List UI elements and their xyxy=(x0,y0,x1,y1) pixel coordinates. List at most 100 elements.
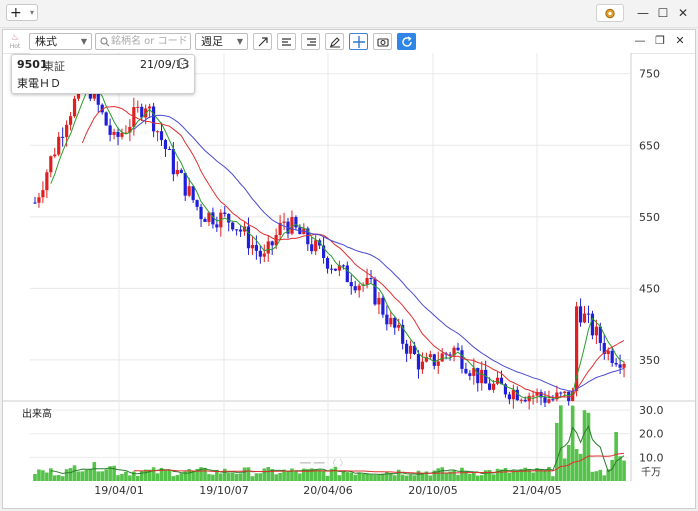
volume-bar xyxy=(112,465,116,481)
volume-bar xyxy=(254,473,259,481)
settings-button[interactable] xyxy=(596,4,624,22)
volume-bar xyxy=(404,475,409,481)
candle-body xyxy=(53,154,57,157)
volume-bar xyxy=(385,471,389,481)
candle-body xyxy=(294,217,298,228)
volume-bar xyxy=(349,472,354,481)
crosshair-icon xyxy=(353,36,365,48)
volume-bar xyxy=(211,474,215,481)
crosshair-tool-button[interactable] xyxy=(349,33,368,50)
pencil-tool-button[interactable] xyxy=(325,33,344,50)
volume-bar xyxy=(128,475,132,481)
date-tick-label: 19/10/07 xyxy=(199,484,248,497)
volume-tick-label: 20.0 xyxy=(639,428,664,441)
candle-body xyxy=(369,278,373,280)
search-icon xyxy=(100,37,110,47)
volume-bar xyxy=(56,475,61,481)
hot-list-button[interactable]: ♨ Hot xyxy=(7,33,23,51)
search-input[interactable] xyxy=(111,35,189,48)
volume-bar xyxy=(163,469,168,481)
volume-bar xyxy=(72,465,77,481)
horizontal-line-tool-button[interactable] xyxy=(277,33,296,50)
volume-bar xyxy=(266,466,271,481)
volume-bar xyxy=(531,472,535,481)
volume-bar xyxy=(479,475,484,481)
candle-body xyxy=(325,257,330,269)
candle-body xyxy=(227,213,231,223)
arrow-diagonal-icon xyxy=(258,37,268,47)
candle-body xyxy=(72,98,77,117)
volume-bar xyxy=(274,474,278,481)
candle-body xyxy=(341,265,345,267)
volume-bar xyxy=(361,473,365,481)
candle-body xyxy=(440,353,444,362)
chevron-down-icon: ▾ xyxy=(29,8,34,17)
volume-bar xyxy=(321,470,326,481)
candle-body xyxy=(590,313,595,336)
candle-body xyxy=(586,313,591,315)
volume-bar xyxy=(230,472,235,481)
volume-bar xyxy=(100,471,105,481)
candle-body xyxy=(559,392,563,394)
candle-body xyxy=(108,125,112,135)
window-minimize-button[interactable]: — xyxy=(634,4,652,22)
candle-body xyxy=(578,306,583,323)
volume-bar xyxy=(483,470,488,481)
volume-bar xyxy=(566,444,571,481)
volume-bar xyxy=(120,473,124,481)
stock-chart[interactable]: 750 650 550 450 350 30.0 20.0 10.0 千万 19/04/01 19/… xyxy=(3,53,695,508)
trendline-tool-button[interactable] xyxy=(253,33,272,50)
candle-body xyxy=(464,368,468,374)
volume-bar xyxy=(436,468,441,481)
candle-body xyxy=(171,149,175,175)
screenshot-button[interactable] xyxy=(373,33,392,50)
title-bar: + ▾ — ☐ ✕ xyxy=(0,0,698,28)
volume-bar xyxy=(337,475,342,481)
volume-bar xyxy=(440,467,444,481)
candle-body xyxy=(215,224,219,228)
volume-bar xyxy=(400,474,405,481)
candle-body xyxy=(377,297,381,305)
candle-body xyxy=(195,200,199,207)
window-close-button[interactable]: ✕ xyxy=(674,4,692,22)
panel-close-button[interactable]: ✕ xyxy=(673,34,687,48)
volume-bar xyxy=(33,474,37,481)
volume-bar xyxy=(203,467,207,481)
volume-bar xyxy=(582,410,587,481)
candle-body xyxy=(179,169,183,173)
collapse-icon[interactable]: ⌄ xyxy=(177,58,188,69)
pager-dots: ━━ ━━ 〈 〉 xyxy=(300,459,349,469)
symbol-search[interactable] xyxy=(95,33,191,50)
candle-body xyxy=(511,389,515,400)
candle-body xyxy=(476,367,480,384)
volume-bar xyxy=(456,474,460,481)
add-chart-button[interactable]: + ▾ xyxy=(6,4,38,21)
candle-body xyxy=(187,186,191,196)
candle-body xyxy=(405,343,409,354)
volume-bar xyxy=(64,469,69,481)
market-select[interactable]: 株式 ▼ xyxy=(29,33,92,50)
period-select[interactable]: 週足 ▼ xyxy=(195,33,248,50)
candle-body xyxy=(353,286,357,291)
window-maximize-button[interactable]: ☐ xyxy=(654,4,672,22)
volume-bar xyxy=(151,467,156,481)
candle-body xyxy=(329,268,334,270)
volume-bar xyxy=(171,476,176,481)
candle-body xyxy=(159,131,164,141)
panel-restore-button[interactable]: ❐ xyxy=(653,34,667,48)
panel-minimize-button[interactable]: — xyxy=(633,34,647,48)
candle-body xyxy=(614,362,618,365)
volume-bar xyxy=(124,471,128,481)
chart-toolbar: ♨ Hot 株式 ▼ 週足 ▼ xyxy=(3,30,695,54)
candle-body xyxy=(480,369,484,384)
volume-bar xyxy=(555,422,559,481)
volume-bar xyxy=(139,470,144,481)
fibonacci-tool-button[interactable] xyxy=(301,33,320,50)
volume-bar xyxy=(325,475,330,481)
volume-bar xyxy=(389,473,393,481)
volume-bar xyxy=(60,476,65,481)
candle-body xyxy=(104,112,108,126)
volume-bar xyxy=(262,468,267,481)
candle-body xyxy=(543,397,547,403)
refresh-button[interactable] xyxy=(397,33,416,50)
